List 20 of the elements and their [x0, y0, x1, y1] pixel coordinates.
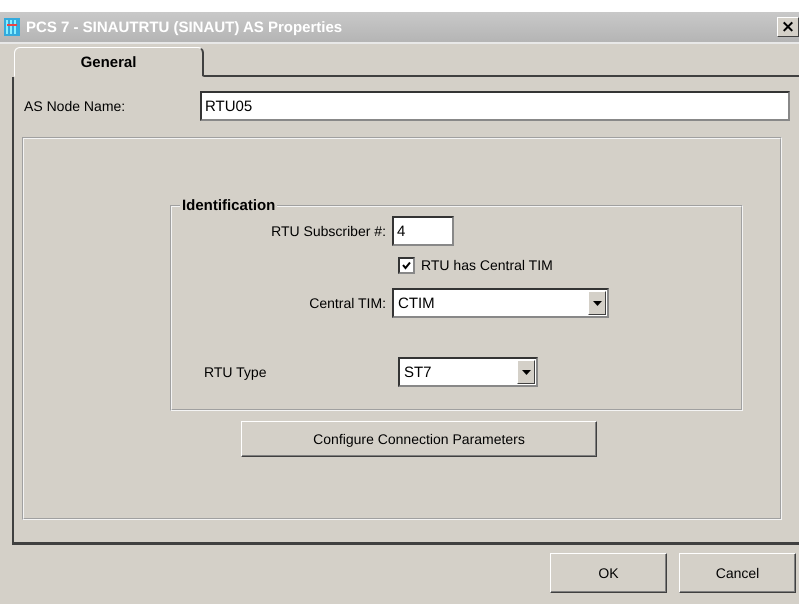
field-label: AS Node Name: — [23, 98, 126, 114]
group-title: Identification — [181, 197, 276, 214]
input-field[interactable]: RTU05 — [200, 91, 790, 121]
field-label: RTU Type — [203, 364, 268, 380]
app-icon — [4, 18, 20, 36]
field-label: RTU Subscriber #: — [270, 223, 387, 239]
cancel-button[interactable]: Cancel — [679, 553, 796, 593]
ok-button[interactable]: OK — [550, 553, 667, 593]
close-button[interactable]: × — [777, 17, 799, 37]
dropdown-arrow-icon[interactable] — [592, 300, 602, 306]
dropdown-arrow-icon[interactable] — [522, 370, 530, 374]
dropdown[interactable]: ST7 — [398, 357, 538, 387]
field-label: Central TIM: — [308, 295, 387, 311]
dropdown[interactable]: CTIM — [392, 288, 609, 318]
input-field[interactable]: 4 — [392, 216, 454, 246]
tab[interactable]: General — [14, 47, 204, 77]
checkbox-box[interactable] — [398, 256, 415, 274]
checkbox[interactable]: RTU has Central TIM — [398, 256, 553, 274]
configure-button[interactable]: Configure Connection Parameters — [241, 421, 597, 457]
window-title: PCS 7 - SINAUTRTU (SINAUT) AS Properties — [26, 18, 344, 36]
